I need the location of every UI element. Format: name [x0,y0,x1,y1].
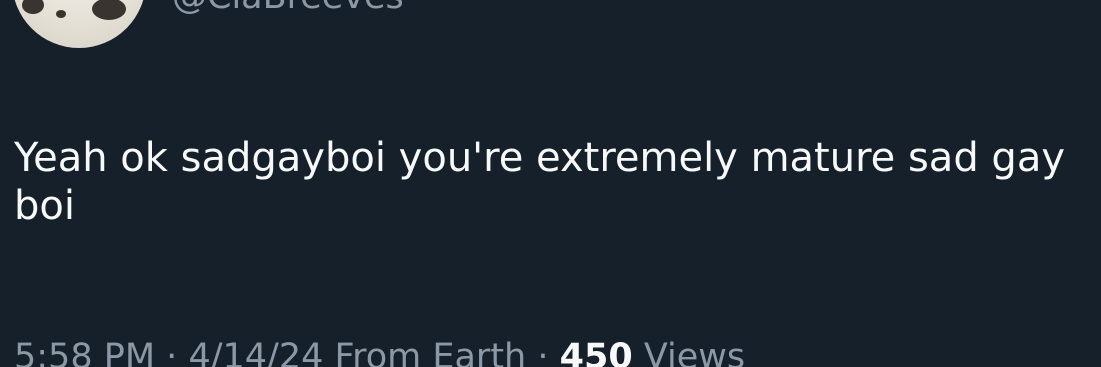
tweet-detail: @CiaBreeves Yeah ok sadgayboi you're ext… [0,0,1101,367]
tweet-source: From Earth [334,337,527,367]
author-handle[interactable]: @CiaBreeves [172,0,404,15]
tweet-date[interactable]: 4/14/24 [188,337,323,367]
views-label: Views [643,337,746,367]
tweet-time[interactable]: 5:58 PM [14,337,155,367]
avatar-photo-detail [92,0,126,20]
views-count: 450 [559,337,633,367]
tweet-text: Yeah ok sadgayboi you're extremely matur… [14,135,1065,229]
author-avatar[interactable] [12,0,146,48]
meta-separator: · [166,337,178,367]
avatar-photo-detail [56,10,66,18]
meta-separator: · [537,337,549,367]
avatar-photo-detail [22,0,44,14]
tweet-meta: 5:58 PM · 4/14/24 From Earth · 450 Views [14,340,745,367]
